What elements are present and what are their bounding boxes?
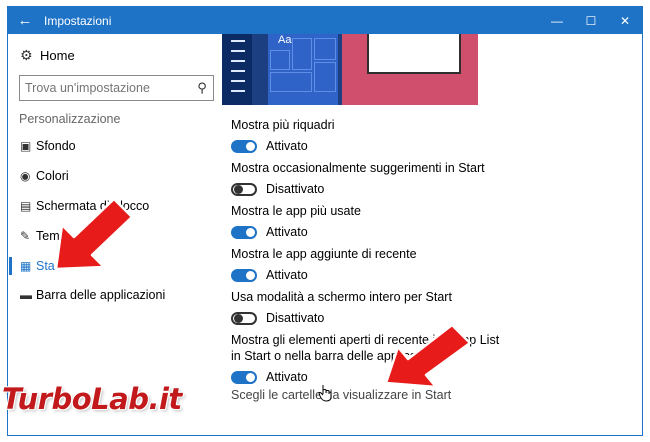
sidebar-item-label: Sfondo	[36, 139, 76, 153]
toggle-knob	[246, 141, 255, 151]
close-button[interactable]: ✕	[608, 7, 642, 34]
toggle-knob	[246, 270, 255, 280]
preview-list-line	[231, 50, 245, 52]
sidebar-item-label: Colori	[36, 169, 69, 183]
preview-tile	[292, 38, 312, 70]
setting-label: Mostra più riquadri	[231, 118, 335, 132]
search-box[interactable]: ⚲	[19, 75, 214, 101]
minimize-button[interactable]: —	[540, 7, 574, 34]
palette-icon: ◉	[20, 169, 31, 183]
setting-label: Usa modalità a schermo intero per Start	[231, 290, 452, 304]
preview-tile	[270, 50, 290, 70]
toggle-state: Attivato	[266, 139, 308, 153]
search-icon[interactable]: ⚲	[191, 80, 213, 96]
preview-window	[367, 34, 461, 74]
toggle-state: Attivato	[266, 268, 308, 282]
toggle-state: Attivato	[266, 225, 308, 239]
maximize-button[interactable]: ☐	[574, 7, 608, 34]
setting-app-recenti: Mostra le app aggiunte di recente Attiva…	[231, 246, 531, 282]
preview-tile	[314, 62, 336, 92]
hand-cursor-icon	[318, 385, 332, 402]
toggle-knob	[234, 313, 243, 323]
preview-list-line	[231, 80, 245, 82]
brush-icon: ✎	[20, 229, 31, 243]
sidebar-item-colori[interactable]: ◉ Colori	[8, 164, 222, 188]
gear-icon: ⚙	[20, 47, 33, 63]
preview-tile-text: Aa	[278, 34, 292, 46]
annotation-arrow-right	[384, 323, 472, 389]
sidebar-item-sfondo[interactable]: ▣ Sfondo	[8, 134, 222, 158]
home-link[interactable]: ⚙ Home	[20, 47, 75, 64]
preview-list-line	[231, 60, 245, 62]
title-bar: ← Impostazioni — ☐ ✕	[8, 7, 642, 34]
preview-list-line	[231, 40, 245, 42]
preview-tile	[314, 38, 336, 60]
start-preview: Aa	[222, 34, 478, 105]
toggle-switch[interactable]	[231, 370, 257, 384]
lock-screen-icon: ▤	[20, 199, 32, 213]
search-input[interactable]	[20, 77, 191, 99]
setting-label: Mostra occasionalmente suggerimenti in S…	[231, 161, 485, 175]
toggle-state: Disattivato	[266, 311, 325, 325]
start-icon: ▦	[20, 259, 32, 273]
toggle-switch[interactable]	[231, 139, 257, 153]
toggle-knob	[234, 184, 243, 194]
toggle-knob	[246, 372, 255, 382]
toggle-switch[interactable]	[231, 268, 257, 282]
image-icon: ▣	[20, 139, 32, 153]
toggle-state: Disattivato	[266, 182, 325, 196]
setting-suggerimenti: Mostra occasionalmente suggerimenti in S…	[231, 160, 531, 196]
sidebar-item-label: Barra delle applicazioni	[36, 288, 166, 302]
preview-tile	[270, 72, 312, 92]
back-arrow-icon[interactable]: ←	[8, 7, 42, 34]
setting-app-piu-usate: Mostra le app più usate Attivato	[231, 203, 531, 239]
taskbar-icon: ▬	[20, 288, 32, 302]
preview-list-line	[231, 70, 245, 72]
setting-piu-riquadri: Mostra più riquadri Attivato	[231, 117, 531, 153]
window-controls: — ☐ ✕	[540, 7, 642, 34]
home-label: Home	[40, 48, 75, 63]
window-title: Impostazioni	[44, 13, 112, 28]
turbolab-watermark: TurboLab.it	[2, 382, 182, 416]
annotation-arrow-left	[54, 197, 134, 271]
toggle-knob	[246, 227, 255, 237]
toggle-switch[interactable]	[231, 311, 257, 325]
toggle-state: Attivato	[266, 370, 308, 384]
setting-schermo-intero: Usa modalità a schermo intero per Start …	[231, 289, 531, 325]
toggle-switch[interactable]	[231, 225, 257, 239]
section-label: Personalizzazione	[19, 112, 121, 126]
toggle-switch[interactable]	[231, 182, 257, 196]
setting-label: Mostra le app più usate	[231, 204, 361, 218]
setting-label: Mostra le app aggiunte di recente	[231, 247, 417, 261]
preview-list-line	[231, 90, 245, 92]
sidebar-item-barra-applicazioni[interactable]: ▬ Barra delle applicazioni	[8, 283, 222, 307]
